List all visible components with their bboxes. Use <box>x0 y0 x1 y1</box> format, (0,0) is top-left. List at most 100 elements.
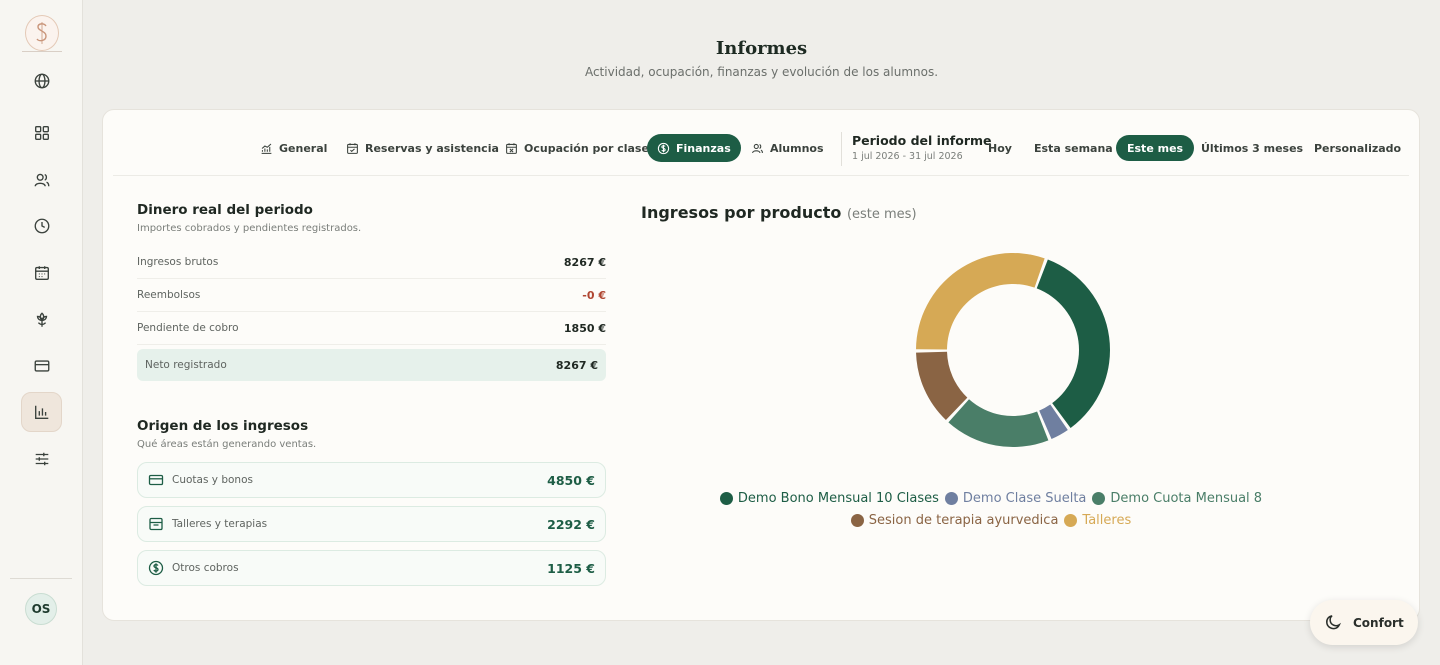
users-icon <box>34 173 49 187</box>
money-row-refunds: Reembolsos -0 € <box>137 279 606 312</box>
chart-title: Ingresos por producto (este mes) <box>641 203 917 222</box>
row-label: Neto registrado <box>145 359 227 371</box>
money-row-net: Neto registrado 8267 € <box>137 349 606 381</box>
nav-globe[interactable] <box>21 61 62 101</box>
origin-label: Otros cobros <box>172 562 239 574</box>
legend-dot <box>1064 514 1078 527</box>
period-this-week[interactable]: Esta semana <box>1023 135 1124 161</box>
origin-subtitle: Qué áreas están generando ventas. <box>137 439 317 450</box>
origin-item-otros: Otros cobros 1125 € <box>137 550 606 586</box>
legend-label: Sesion de terapia ayurvedica <box>868 513 1059 528</box>
donut-slice[interactable] <box>916 253 1045 350</box>
donut-slice[interactable] <box>1036 259 1110 429</box>
box-icon <box>149 517 163 531</box>
brand-logo[interactable] <box>25 15 59 51</box>
legend-dot <box>1092 492 1106 505</box>
tab-alumnos[interactable]: Alumnos <box>741 134 834 162</box>
comfort-label: Confort <box>1353 615 1404 630</box>
tab-label: Ocupación por clase <box>524 141 649 155</box>
bar-chart-icon <box>34 405 48 419</box>
card-icon <box>148 474 164 486</box>
legend-label: Demo Clase Suelta <box>962 491 1087 506</box>
row-label: Ingresos brutos <box>137 256 219 268</box>
tab-label: General <box>279 141 328 155</box>
avatar[interactable]: OS <box>25 593 57 625</box>
globe-icon <box>34 73 49 89</box>
legend-label: Demo Bono Mensual 10 Clases <box>737 491 939 506</box>
nav-credit-card[interactable] <box>21 346 62 386</box>
tabs-divider-line <box>113 175 1409 176</box>
origin-item-talleres: Talleres y terapias 2292 € <box>137 506 606 542</box>
report-card: General Reservas y asistencia Ocupación … <box>102 109 1420 621</box>
row-value: 1850 € <box>563 321 606 335</box>
chart-title-note: (este mes) <box>846 207 917 222</box>
nav-calendar[interactable] <box>21 253 62 293</box>
row-value: -0 € <box>582 288 606 302</box>
legend-label: Demo Cuota Mensual 8 <box>1110 491 1263 506</box>
dashboard-icon <box>34 126 49 140</box>
nav-users[interactable] <box>21 160 62 200</box>
credit-card-icon <box>34 360 49 372</box>
tab-label: Reservas y asistencia <box>365 141 499 155</box>
moon-icon <box>1326 615 1342 630</box>
page-subtitle: Actividad, ocupación, finanzas y evoluci… <box>584 65 939 79</box>
logo-divider <box>22 51 62 52</box>
origin-amount: 2292 € <box>547 516 595 532</box>
legend-item[interactable]: Demo Cuota Mensual 8 <box>1092 489 1262 508</box>
period-range: 1 jul 2026 - 31 jul 2026 <box>852 151 963 162</box>
sliders-icon <box>35 452 48 466</box>
chart-title-text: Ingresos por producto <box>641 203 842 222</box>
chart-legend: Demo Bono Mensual 10 Clases Demo Clase Su… <box>641 489 1341 533</box>
legend-item[interactable]: Talleres <box>1064 511 1131 530</box>
comfort-mode-button[interactable]: Confort <box>1310 600 1418 645</box>
origin-amount: 4850 € <box>547 472 595 488</box>
legend-item[interactable]: Sesion de terapia ayurvedica <box>850 511 1059 530</box>
tab-reservas[interactable]: Reservas y asistencia <box>336 134 509 162</box>
money-row-gross: Ingresos brutos 8267 € <box>137 246 606 279</box>
calendar-x-icon <box>506 142 517 154</box>
legend-dot <box>719 492 733 505</box>
trend-chart-icon <box>261 143 272 154</box>
money-row-pending: Pendiente de cobro 1850 € <box>137 312 606 345</box>
donut-chart <box>916 253 1110 447</box>
nav-reports[interactable] <box>21 392 62 432</box>
calendar-icon <box>34 266 49 280</box>
period-today[interactable]: Hoy <box>977 135 1023 161</box>
period-this-month[interactable]: Este mes <box>1116 135 1195 161</box>
tab-general[interactable]: General <box>250 134 337 162</box>
dollar-circle-icon <box>657 142 670 154</box>
tab-label: Finanzas <box>676 141 731 155</box>
period-title: Periodo del informe <box>852 133 992 148</box>
period-last-3-months[interactable]: Últimos 3 meses <box>1190 135 1314 161</box>
legend-label: Talleres <box>1082 513 1132 528</box>
nav-dashboard[interactable] <box>21 113 62 153</box>
legend-dot <box>850 514 864 527</box>
origin-amount: 1125 € <box>547 560 595 576</box>
tab-label: Alumnos <box>770 141 824 155</box>
tabs-divider <box>841 132 842 166</box>
legend-dot <box>944 492 958 505</box>
sidebar-divider <box>10 578 72 579</box>
lotus-icon <box>36 312 47 327</box>
calendar-check-icon <box>347 142 358 154</box>
origin-label: Talleres y terapias <box>172 518 268 530</box>
nav-clock[interactable] <box>21 206 62 246</box>
clock-icon <box>34 218 49 234</box>
nav-lotus[interactable] <box>21 300 62 340</box>
origin-title: Origen de los ingresos <box>137 418 309 434</box>
legend-item[interactable]: Demo Clase Suelta <box>944 489 1087 508</box>
period-custom[interactable]: Personalizado <box>1303 135 1412 161</box>
legend-item[interactable]: Demo Bono Mensual 10 Clases <box>719 489 939 508</box>
report-tabs: General Reservas y asistencia Ocupación … <box>103 110 1419 176</box>
nav-settings[interactable] <box>21 439 62 479</box>
row-label: Pendiente de cobro <box>137 322 239 334</box>
page-title: Informes <box>715 38 808 59</box>
donut-slice[interactable] <box>948 399 1049 447</box>
tab-finanzas[interactable]: Finanzas <box>647 134 741 162</box>
row-value: 8267 € <box>563 255 606 269</box>
tab-ocupacion[interactable]: Ocupación por clase <box>495 134 659 162</box>
money-subtitle: Importes cobrados y pendientes registrad… <box>137 223 362 234</box>
money-title: Dinero real del periodo <box>137 202 313 218</box>
sidebar: OS <box>0 0 83 665</box>
row-label: Reembolsos <box>137 289 201 301</box>
